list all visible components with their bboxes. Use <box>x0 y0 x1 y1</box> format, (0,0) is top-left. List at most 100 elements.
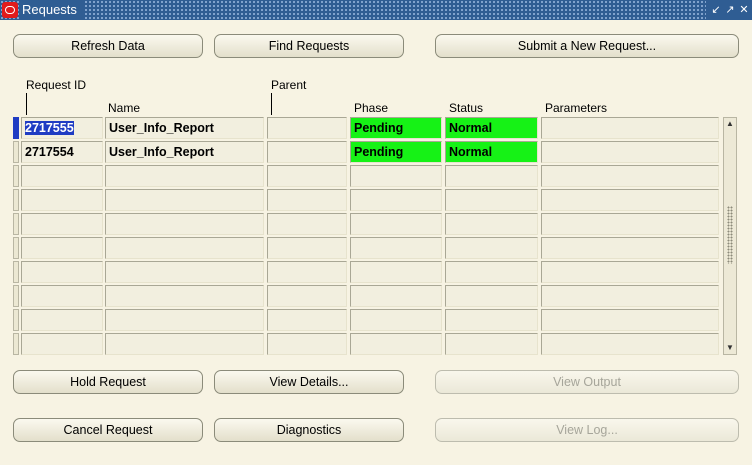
status-cell[interactable] <box>445 237 538 259</box>
parent-cell[interactable] <box>267 285 347 307</box>
phase-cell[interactable] <box>350 309 442 331</box>
table-row[interactable] <box>13 309 723 331</box>
request-id-cell[interactable] <box>21 165 103 187</box>
parameters-cell[interactable] <box>541 261 719 283</box>
view-details-button[interactable]: View Details... <box>214 370 404 394</box>
name-cell[interactable] <box>105 261 264 283</box>
column-header-name: Name <box>108 101 141 115</box>
table-row[interactable] <box>13 333 723 355</box>
parameters-cell[interactable] <box>541 237 719 259</box>
request-id-cell[interactable] <box>21 213 103 235</box>
column-header-request-id: Request ID <box>26 78 87 92</box>
request-id-cell[interactable] <box>21 333 103 355</box>
view-output-button[interactable]: View Output <box>435 370 739 394</box>
parameters-cell[interactable] <box>541 141 719 163</box>
parameters-cell[interactable] <box>541 333 719 355</box>
phase-cell[interactable] <box>350 261 442 283</box>
row-indicator[interactable] <box>13 165 19 187</box>
request-id-cell[interactable] <box>21 285 103 307</box>
status-cell[interactable] <box>445 261 538 283</box>
parent-cell[interactable] <box>267 309 347 331</box>
table-row[interactable] <box>13 237 723 259</box>
oracle-logo-icon[interactable] <box>2 2 18 18</box>
scroll-down-arrow-icon[interactable]: ▼ <box>724 342 736 354</box>
status-cell[interactable] <box>445 189 538 211</box>
parent-cell[interactable] <box>267 117 347 139</box>
phase-cell[interactable] <box>350 333 442 355</box>
request-id-cell[interactable] <box>21 237 103 259</box>
phase-cell[interactable]: Pending <box>350 141 442 163</box>
parameters-cell[interactable] <box>541 189 719 211</box>
phase-cell[interactable]: Pending <box>350 117 442 139</box>
minimize-icon[interactable]: ↙ <box>710 3 722 17</box>
name-cell[interactable]: User_Info_Report <box>105 141 264 163</box>
row-indicator[interactable] <box>13 309 19 331</box>
parameters-cell[interactable] <box>541 117 719 139</box>
row-indicator[interactable] <box>13 213 19 235</box>
parent-cell[interactable] <box>267 261 347 283</box>
row-indicator[interactable] <box>13 189 19 211</box>
row-indicator[interactable] <box>13 333 19 355</box>
status-cell[interactable] <box>445 213 538 235</box>
phase-cell[interactable] <box>350 213 442 235</box>
status-cell[interactable] <box>445 165 538 187</box>
scroll-grip[interactable] <box>727 206 733 264</box>
table-row[interactable] <box>13 261 723 283</box>
table-row[interactable] <box>13 213 723 235</box>
parameters-cell[interactable] <box>541 309 719 331</box>
diagnostics-button[interactable]: Diagnostics <box>214 418 404 442</box>
row-indicator[interactable] <box>13 141 19 163</box>
find-requests-button[interactable]: Find Requests <box>214 34 404 58</box>
table-row[interactable] <box>13 285 723 307</box>
parameters-cell[interactable] <box>541 285 719 307</box>
hold-request-button[interactable]: Hold Request <box>13 370 203 394</box>
parent-cell[interactable] <box>267 237 347 259</box>
status-cell[interactable] <box>445 333 538 355</box>
phase-cell[interactable] <box>350 237 442 259</box>
phase-cell[interactable] <box>350 285 442 307</box>
status-cell[interactable] <box>445 309 538 331</box>
name-cell[interactable] <box>105 285 264 307</box>
view-log-button[interactable]: View Log... <box>435 418 739 442</box>
parent-cell[interactable] <box>267 333 347 355</box>
name-cell[interactable] <box>105 333 264 355</box>
window-title: Requests <box>20 0 83 20</box>
request-id-cell[interactable]: 2717555 <box>21 117 103 139</box>
parent-cell[interactable] <box>267 213 347 235</box>
parameters-cell[interactable] <box>541 165 719 187</box>
name-cell[interactable] <box>105 237 264 259</box>
table-row[interactable] <box>13 189 723 211</box>
parent-cell[interactable] <box>267 165 347 187</box>
scroll-up-arrow-icon[interactable]: ▲ <box>724 118 736 130</box>
cancel-request-button[interactable]: Cancel Request <box>13 418 203 442</box>
parameters-cell[interactable] <box>541 213 719 235</box>
status-cell[interactable] <box>445 285 538 307</box>
row-indicator[interactable] <box>13 261 19 283</box>
request-id-cell[interactable]: 2717554 <box>21 141 103 163</box>
restore-icon[interactable]: ↗ <box>724 3 736 17</box>
row-indicator[interactable] <box>13 117 19 139</box>
table-row[interactable] <box>13 165 723 187</box>
request-id-cell[interactable] <box>21 309 103 331</box>
request-id-cell[interactable] <box>21 189 103 211</box>
name-cell[interactable] <box>105 165 264 187</box>
refresh-data-button[interactable]: Refresh Data <box>13 34 203 58</box>
name-cell[interactable] <box>105 309 264 331</box>
table-row[interactable]: 2717555 User_Info_Report Pending Normal <box>13 117 723 139</box>
status-cell[interactable]: Normal <box>445 141 538 163</box>
phase-cell[interactable] <box>350 189 442 211</box>
request-id-cell[interactable] <box>21 261 103 283</box>
row-indicator[interactable] <box>13 285 19 307</box>
close-icon[interactable]: ✕ <box>738 3 750 17</box>
parent-cell[interactable] <box>267 141 347 163</box>
table-row[interactable]: 2717554 User_Info_Report Pending Normal <box>13 141 723 163</box>
parent-cell[interactable] <box>267 189 347 211</box>
row-indicator[interactable] <box>13 237 19 259</box>
vertical-scrollbar[interactable]: ▲ ▼ <box>723 117 737 355</box>
phase-cell[interactable] <box>350 165 442 187</box>
name-cell[interactable]: User_Info_Report <box>105 117 264 139</box>
name-cell[interactable] <box>105 189 264 211</box>
name-cell[interactable] <box>105 213 264 235</box>
submit-new-request-button[interactable]: Submit a New Request... <box>435 34 739 58</box>
status-cell[interactable]: Normal <box>445 117 538 139</box>
